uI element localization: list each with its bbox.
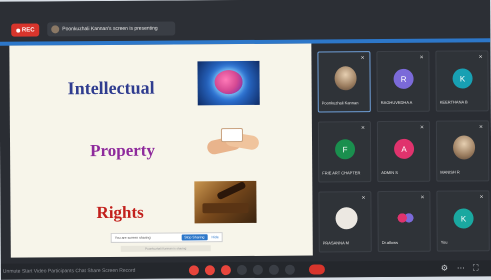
top-bar: REC Poonkuzhali Kannan's screen is prese… [0, 0, 491, 42]
slide-word-property: Property [90, 140, 155, 161]
participant-name: Poonkuzhali Kannan [321, 100, 359, 106]
mic-muted-icon: ✕ [478, 54, 483, 61]
share-status-text: You are screen sharing [114, 235, 151, 240]
meeting-window: REC Poonkuzhali Kannan's screen is prese… [0, 0, 491, 280]
participant-name: KEERTHANA B [439, 99, 468, 105]
mic-muted-icon: ✕ [478, 124, 484, 131]
gavel-image [194, 180, 257, 224]
participant-tile[interactable]: ✕ F FRIE ART CHAPTER [317, 121, 372, 183]
participant-avatar: A [394, 138, 415, 159]
slide-word-intellectual: Intellectual [67, 77, 155, 99]
participant-tile[interactable]: ✕ K KEERTHANA B [435, 50, 489, 112]
participants-icon[interactable] [220, 265, 231, 276]
brain-image [197, 60, 260, 106]
mic-muted-icon: ✕ [360, 55, 365, 62]
mic-muted-icon: ✕ [420, 194, 425, 201]
participant-tile[interactable]: ✕ Poonkuzhali Kannan [317, 51, 371, 113]
participant-logo [335, 207, 358, 230]
participant-logo [394, 206, 417, 229]
stop-sharing-button[interactable]: Stop Sharing [181, 234, 208, 241]
presenting-banner[interactable]: Poonkuzhali Kannan's screen is presentin… [47, 21, 176, 37]
participant-photo [334, 66, 357, 91]
reactions-icon[interactable] [284, 264, 295, 275]
mic-muted-icon: ✕ [360, 125, 366, 132]
participant-tile[interactable]: ✕ Dr.allows [377, 190, 431, 253]
participant-tile[interactable]: ✕ K You [436, 190, 490, 252]
participant-avatar: K [453, 208, 474, 229]
mic-muted-icon[interactable] [188, 265, 199, 276]
record-dot-icon [15, 28, 20, 33]
rec-label: REC [21, 26, 35, 34]
participant-tile[interactable]: ✕ PRASANNA M [318, 191, 372, 253]
participant-name: MANISH R [440, 169, 460, 175]
meeting-toolbar: Unmute Start Video Participants Chat Sha… [0, 260, 491, 280]
handshake-house-image [204, 123, 262, 163]
screen-share-bar: You are screen sharing Stop Sharing Hide [110, 232, 223, 243]
participant-name: Dr.allows [381, 239, 398, 246]
participant-name: FRIE ART CHAPTER [322, 170, 361, 176]
slide-word-rights: Rights [96, 202, 144, 223]
participant-avatar: F [335, 139, 356, 160]
presenter-avatar [51, 25, 60, 34]
participant-name: RAGHUVEDHA A [380, 99, 413, 106]
shared-slide: Intellectual Property Rights You are scr… [9, 43, 313, 258]
recording-indicator[interactable]: REC [11, 23, 40, 37]
participant-name: PRASANNA M [322, 240, 349, 246]
share-screen-icon[interactable] [252, 264, 263, 275]
participant-name: You [440, 239, 448, 245]
participant-tile[interactable]: ✕ R RAGHUVEDHA A [376, 50, 430, 113]
record-icon[interactable] [268, 264, 279, 275]
participant-avatar: K [452, 68, 473, 89]
video-off-icon[interactable] [204, 265, 215, 276]
mic-muted-icon: ✕ [361, 195, 366, 202]
more-icon[interactable]: ⋯ [457, 263, 465, 272]
mic-muted-icon: ✕ [479, 194, 484, 201]
chat-icon[interactable] [236, 264, 247, 276]
participant-photo [452, 135, 476, 160]
participant-tile[interactable]: ✕ A ADMIN S [376, 120, 431, 183]
presenting-label: Poonkuzhali Kannan's screen is presentin… [62, 25, 158, 33]
settings-icon[interactable]: ⚙ [441, 264, 448, 273]
slide-footer: Poonkuzhali Kannan is sharing [120, 245, 211, 252]
leave-button[interactable] [308, 264, 325, 275]
toolbar-labels: Unmute Start Video Participants Chat Sha… [2, 267, 136, 275]
mic-muted-icon: ✕ [419, 124, 425, 131]
participant-gallery: ✕ Poonkuzhali Kannan ✕ R RAGHUVEDHA A ✕ K KEERT… [317, 50, 490, 261]
mic-muted-icon: ✕ [419, 54, 424, 61]
participant-avatar: R [393, 68, 414, 89]
hide-button[interactable]: Hide [211, 235, 218, 239]
fullscreen-icon[interactable]: ⛶ [473, 263, 479, 272]
participant-tile[interactable]: ✕ MANISH R [435, 120, 490, 182]
participant-name: ADMIN S [381, 169, 398, 176]
